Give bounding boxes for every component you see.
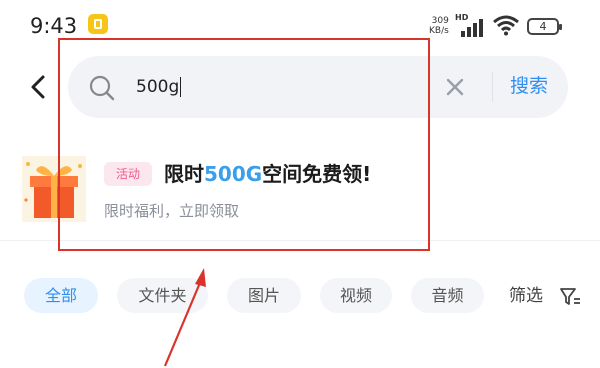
annotation-arrow (163, 268, 206, 367)
